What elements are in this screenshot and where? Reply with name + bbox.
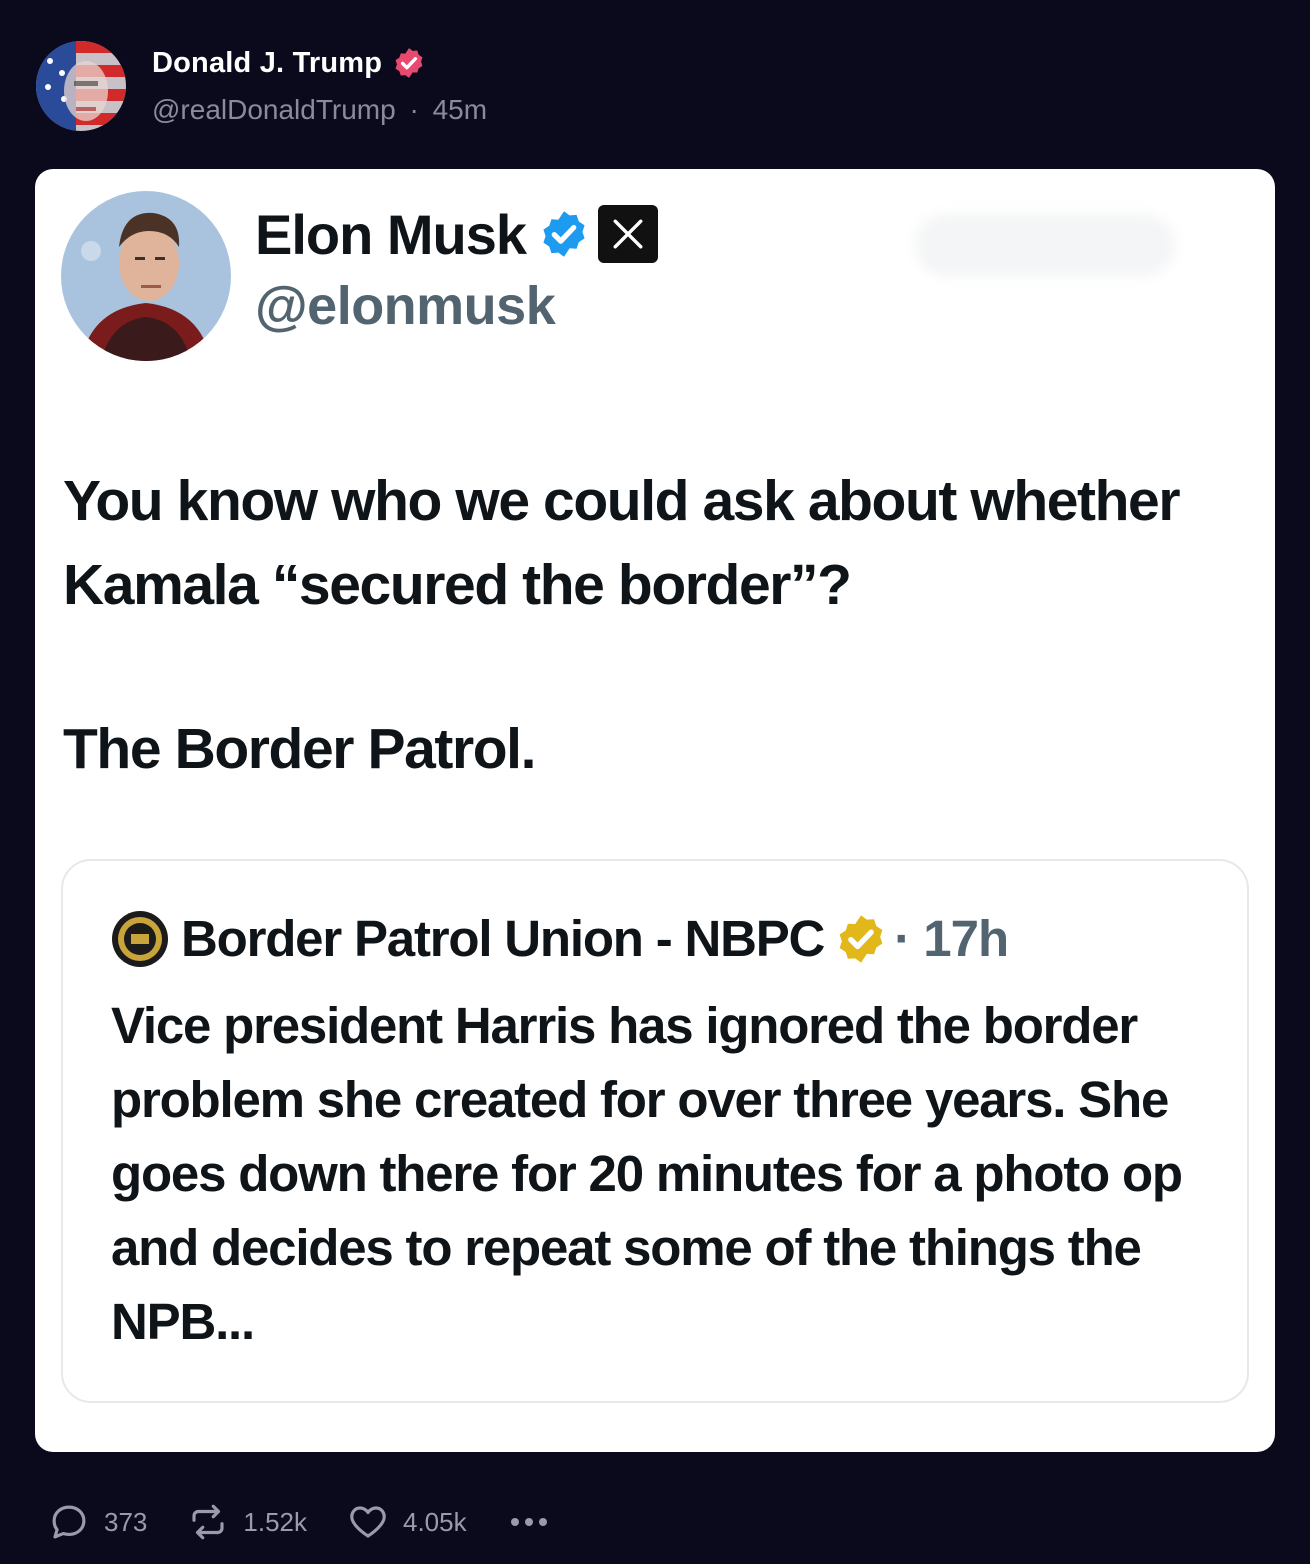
- avatar-image: [36, 41, 126, 131]
- embedded-post-text: You know who we could ask about whether …: [63, 469, 1181, 617]
- embedded-post-image[interactable]: Elon Musk @elonmusk You know who we coul…: [35, 169, 1275, 1452]
- blurred-follow-button: [915, 214, 1175, 276]
- embedded-header: Elon Musk @elonmusk: [61, 191, 659, 361]
- embedded-post-text-2: The Border Patrol.: [63, 717, 536, 781]
- embedded-avatar: [61, 191, 231, 361]
- like-button[interactable]: 4.05k: [347, 1501, 467, 1543]
- author-name[interactable]: Donald J. Trump: [152, 47, 382, 80]
- author-handle[interactable]: @realDonaldTrump: [152, 94, 396, 125]
- gold-verified-icon: [839, 914, 883, 963]
- avatar[interactable]: [36, 41, 126, 131]
- more-options-icon[interactable]: [510, 1518, 547, 1526]
- quoted-post-time: · 17h: [894, 910, 1009, 967]
- repost-count: 1.52k: [243, 1506, 307, 1537]
- nbpc-logo-icon: [112, 910, 168, 967]
- like-count: 4.05k: [403, 1506, 467, 1537]
- embedded-author-handle: @elonmusk: [255, 275, 556, 336]
- embedded-avatar-image: [61, 191, 231, 361]
- reply-count: 373: [104, 1506, 148, 1537]
- repost-button[interactable]: 1.52k: [187, 1501, 307, 1543]
- quoted-post: Border Patrol Union - NBPC · 17h Vice pr…: [61, 859, 1249, 1403]
- reply-icon: [52, 1505, 86, 1539]
- post-time[interactable]: 45m: [433, 94, 487, 125]
- quoted-post-text: Vice president Harris has ignored the bo…: [111, 997, 1183, 1350]
- x-logo-icon: [598, 205, 659, 263]
- action-bar: 373 1.52k 4.05k: [48, 1497, 547, 1547]
- verified-badge-icon: [395, 48, 423, 78]
- meta-separator: ·: [409, 94, 419, 125]
- heart-icon: [350, 1506, 386, 1538]
- post-header: Donald J. Trump @realDonaldTrump · 45m: [36, 40, 493, 132]
- reply-button[interactable]: 373: [48, 1501, 147, 1543]
- blue-verified-icon: [543, 211, 585, 257]
- quoted-author-name: Border Patrol Union - NBPC: [181, 910, 825, 967]
- repost-icon: [192, 1504, 224, 1540]
- embedded-author-name: Elon Musk: [255, 202, 527, 266]
